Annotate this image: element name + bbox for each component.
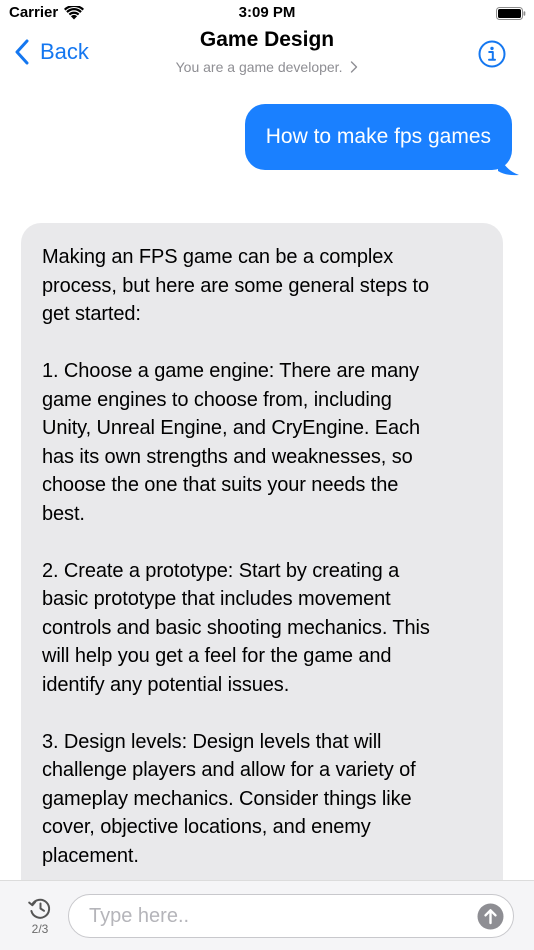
text-line: placement. — [42, 844, 139, 867]
message-input[interactable] — [68, 894, 514, 938]
battery-icon — [496, 7, 526, 20]
text-line: basic prototype that includes movement — [42, 588, 391, 610]
text-line: game engines to choose from, including — [42, 388, 392, 411]
user-message-text: How to make fps games — [265, 125, 491, 148]
history-count: 2/3 — [31, 922, 49, 936]
send-icon[interactable] — [477, 903, 504, 930]
text-line: controls and basic shooting mechanics. T… — [42, 616, 430, 639]
text-line: will help you get a feel for the game an… — [42, 645, 392, 667]
text-line: 1. Choose a game engine: There are many — [42, 360, 420, 382]
page-title: Game Design — [199, 28, 335, 51]
status-bar: Carrier 3:09 PM — [0, 0, 534, 28]
assistant-paragraph: 2. Create a prototype: Start by creating… — [42, 557, 481, 700]
info-icon[interactable] — [478, 40, 506, 68]
bubble-tail — [498, 146, 519, 176]
status-time: 3:09 PM — [238, 4, 296, 21]
history-icon — [28, 898, 51, 919]
history-button[interactable]: 2/3 — [24, 895, 56, 936]
subtitle-text: You are a game developer. — [175, 59, 343, 75]
chevron-right-icon — [351, 61, 358, 73]
assistant-paragraph: 1. Choose a game engine: There are many … — [42, 357, 481, 528]
user-message-bubble: How to make fps games — [244, 104, 512, 170]
text-line: Unity, Unreal Engine, and CryEngine. Eac… — [42, 417, 420, 439]
assistant-paragraph: 3. Design levels: Design levels that wil… — [42, 728, 481, 871]
text-line: get started: — [42, 303, 141, 325]
assistant-paragraph: Making an FPS game can be a complex proc… — [42, 243, 481, 329]
system-prompt-link[interactable]: You are a game developer. — [0, 59, 534, 75]
text-line: cover, objective locations, and enemy — [42, 816, 371, 838]
assistant-message-bubble: Making an FPS game can be a complex proc… — [21, 223, 503, 923]
text-line: process, but here are some general steps… — [42, 274, 430, 297]
text-line: choose the one that suits your needs the — [42, 474, 399, 496]
text-line: best. — [42, 502, 85, 525]
text-line: 3. Design levels: Design levels that wil… — [42, 730, 382, 753]
text-line: gameplay mechanics. Consider things like — [42, 787, 412, 810]
text-line: Making an FPS game can be a complex — [42, 246, 394, 268]
text-line: challenge players and allow for a variet… — [42, 759, 416, 781]
text-line: has its own strengths and weaknesses, so — [42, 445, 413, 468]
text-line: identify any potential issues. — [42, 673, 290, 696]
text-line: 2. Create a prototype: Start by creating… — [42, 559, 400, 582]
composer-bar: 2/3 — [0, 880, 534, 950]
navigation-bar: Back Game Design You are a game develope… — [0, 28, 534, 84]
